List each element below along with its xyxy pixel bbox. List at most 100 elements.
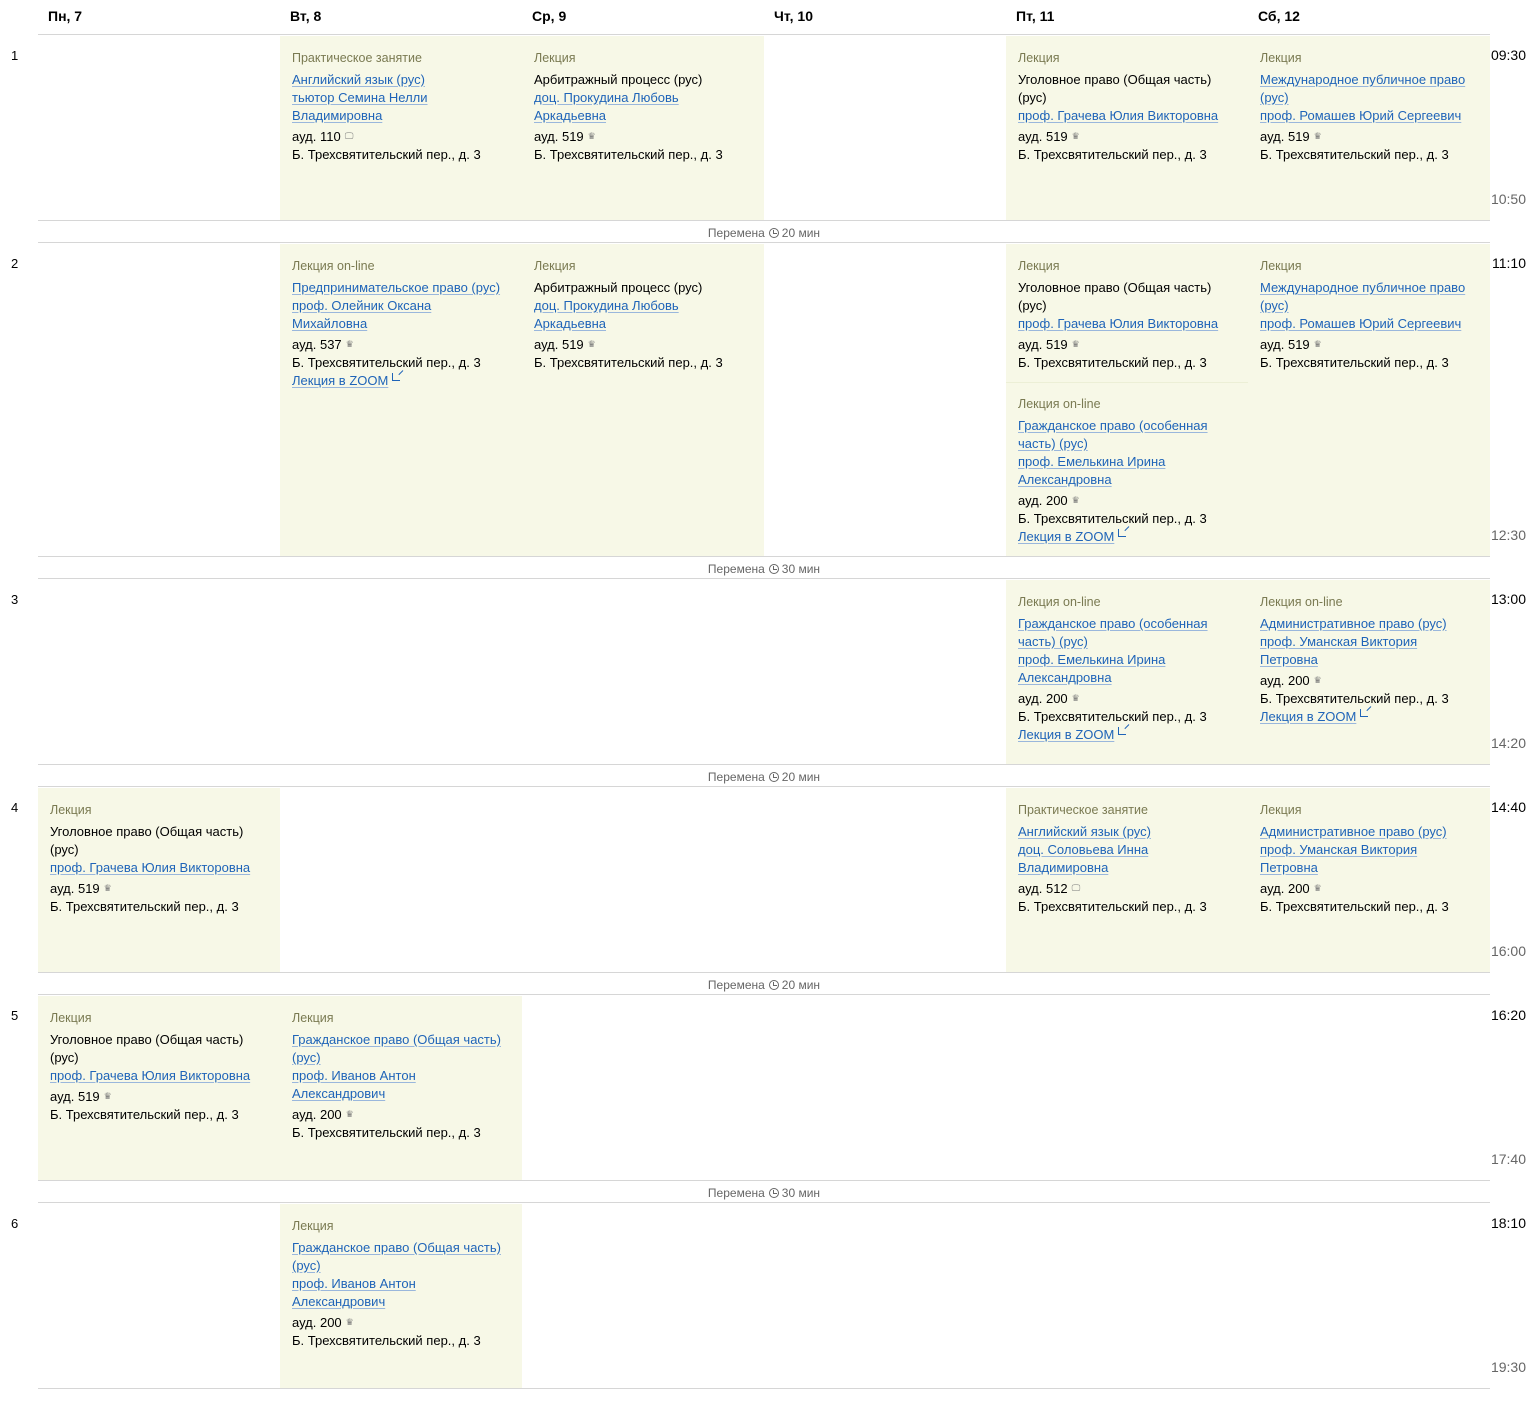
room-number: ауд. 200 [1018, 691, 1068, 706]
subject-link[interactable]: часть) (рус) [1018, 634, 1088, 649]
lesson-cell: Практическое занятие Английский язык (ру… [1006, 788, 1248, 972]
teacher-link[interactable]: проф. Иванов Антон [292, 1276, 416, 1291]
subject-link[interactable]: Административное право (рус) [1260, 616, 1447, 631]
subject-name: Арбитражный процесс (рус) [534, 72, 703, 87]
subject-link[interactable]: Гражданское право (особенная [1018, 418, 1208, 433]
teacher-link[interactable]: проф. Уманская Виктория [1260, 842, 1417, 857]
lesson-type: Лекция on-line [1260, 595, 1343, 609]
subject-link[interactable]: Административное право (рус) [1260, 824, 1447, 839]
row-divider [38, 994, 1490, 995]
pair-end-time: 17:40 [1490, 1151, 1526, 1167]
room-number: ауд. 200 [1260, 881, 1310, 896]
pair-number: 1 [11, 48, 19, 63]
lesson-type: Лекция [292, 1219, 334, 1233]
teacher-link[interactable]: проф. Грачева Юлия Викторовна [1018, 108, 1218, 123]
pair-end-time: 16:00 [1490, 943, 1526, 959]
clock-icon [768, 1188, 779, 1198]
address: Б. Трехсвятительский пер., д. 3 [292, 1125, 481, 1140]
teacher-link[interactable]: проф. Грачева Юлия Викторовна [50, 860, 250, 875]
subject-link[interactable]: Международное публичное право [1260, 280, 1465, 295]
subject-link[interactable]: (рус) [1260, 298, 1289, 313]
teacher-link[interactable]: проф. Грачева Юлия Викторовна [50, 1068, 250, 1083]
teacher-link[interactable]: Александровна [1018, 670, 1112, 685]
subject-link[interactable]: Английский язык (рус) [1018, 824, 1151, 839]
teacher-link[interactable]: проф. Ромашев Юрий Сергеевич [1260, 316, 1461, 331]
row-divider [38, 220, 1490, 221]
day-header-thu: Чт, 10 [774, 8, 813, 24]
zoom-link[interactable]: Лекция в ZOOM [292, 373, 388, 388]
address: Б. Трехсвятительский пер., д. 3 [1260, 899, 1449, 914]
lesson-cell: Лекция Арбитражный процесс (рус) доц. Пр… [522, 244, 764, 556]
pair-start-time: 11:10 [1492, 255, 1526, 271]
subject-link[interactable]: (рус) [292, 1258, 321, 1273]
zoom-link[interactable]: Лекция в ZOOM [1018, 727, 1114, 742]
lecture-hall-icon: ♛ [1313, 339, 1322, 349]
subject-name: (рус) [1018, 298, 1047, 313]
teacher-link[interactable]: Аркадьевна [534, 108, 606, 123]
subject-link[interactable]: часть) (рус) [1018, 436, 1088, 451]
lecture-hall-icon: ♛ [1071, 339, 1080, 349]
subject-link[interactable]: Международное публичное право [1260, 72, 1465, 87]
teacher-link[interactable]: проф. Емелькина Ирина [1018, 652, 1165, 667]
teacher-link[interactable]: Аркадьевна [534, 316, 606, 331]
room-number: ауд. 519 [1260, 129, 1310, 144]
subject-link[interactable]: Английский язык (рус) [292, 72, 425, 87]
break-label: Перемена 20 мин [707, 978, 821, 992]
break-label: Перемена 30 мин [707, 562, 821, 576]
teacher-link[interactable]: Александровна [1018, 472, 1112, 487]
subject-link[interactable]: Гражданское право (Общая часть) [292, 1240, 501, 1255]
teacher-link[interactable]: проф. Емелькина Ирина [1018, 454, 1165, 469]
teacher-link[interactable]: Александрович [292, 1294, 385, 1309]
subject-name: (рус) [50, 842, 79, 857]
lesson-cell: Лекция Уголовное право (Общая часть) (ру… [38, 996, 280, 1180]
teacher-link[interactable]: Александрович [292, 1086, 385, 1101]
row-divider [38, 556, 1490, 557]
address: Б. Трехсвятительский пер., д. 3 [292, 355, 481, 370]
lecture-hall-icon: ♛ [1071, 131, 1080, 141]
pair-start-time: 09:30 [1490, 47, 1526, 63]
row-divider [38, 972, 1490, 973]
row-divider [38, 786, 1490, 787]
lecture-hall-icon: ♛ [1071, 693, 1080, 703]
computer-icon: 🖵 [344, 131, 354, 141]
lesson-type: Лекция [534, 259, 576, 273]
teacher-link[interactable]: доц. Прокудина Любовь [534, 298, 679, 313]
zoom-link[interactable]: Лекция в ZOOM [1260, 709, 1356, 724]
lecture-hall-icon: ♛ [103, 883, 112, 893]
teacher-link[interactable]: доц. Прокудина Любовь [534, 90, 679, 105]
subject-link[interactable]: Гражданское право (Общая часть) [292, 1032, 501, 1047]
teacher-link[interactable]: Владимировна [1018, 860, 1108, 875]
teacher-link[interactable]: проф. Грачева Юлия Викторовна [1018, 316, 1218, 331]
teacher-link[interactable]: Петровна [1260, 860, 1318, 875]
teacher-link[interactable]: Владимировна [292, 108, 382, 123]
lesson-type: Практическое занятие [1018, 803, 1148, 817]
clock-icon [768, 564, 779, 574]
teacher-link[interactable]: Михайловна [292, 316, 367, 331]
subject-link[interactable]: (рус) [292, 1050, 321, 1065]
lesson-type: Лекция [1018, 51, 1060, 65]
pair-start-time: 18:10 [1490, 1215, 1526, 1231]
room-number: ауд. 537 [292, 337, 342, 352]
teacher-link[interactable]: тьютор Семина Нелли [292, 90, 428, 105]
teacher-link[interactable]: проф. Ромашев Юрий Сергеевич [1260, 108, 1461, 123]
zoom-link[interactable]: Лекция в ZOOM [1018, 529, 1114, 544]
subject-link[interactable]: Гражданское право (особенная [1018, 616, 1208, 631]
room-number: ауд. 200 [1018, 493, 1068, 508]
lesson-cell: Лекция Международное публичное право (ру… [1248, 36, 1490, 220]
address: Б. Трехсвятительский пер., д. 3 [1018, 147, 1207, 162]
teacher-link[interactable]: проф. Иванов Антон [292, 1068, 416, 1083]
address: Б. Трехсвятительский пер., д. 3 [1260, 691, 1449, 706]
lecture-hall-icon: ♛ [345, 1109, 354, 1119]
subject-link[interactable]: (рус) [1260, 90, 1289, 105]
day-header-tue: Вт, 8 [290, 8, 322, 24]
subject-link[interactable]: Предпринимательское право (рус) [292, 280, 500, 295]
header-divider [38, 34, 1490, 35]
address: Б. Трехсвятительский пер., д. 3 [1260, 147, 1449, 162]
teacher-link[interactable]: проф. Уманская Виктория [1260, 634, 1417, 649]
teacher-link[interactable]: Петровна [1260, 652, 1318, 667]
lesson-cell: Лекция Арбитражный процесс (рус) доц. Пр… [522, 36, 764, 220]
teacher-link[interactable]: проф. Олейник Оксана [292, 298, 431, 313]
teacher-link[interactable]: доц. Соловьева Инна [1018, 842, 1148, 857]
room-number: ауд. 519 [50, 881, 100, 896]
pair-end-time: 19:30 [1490, 1359, 1526, 1375]
